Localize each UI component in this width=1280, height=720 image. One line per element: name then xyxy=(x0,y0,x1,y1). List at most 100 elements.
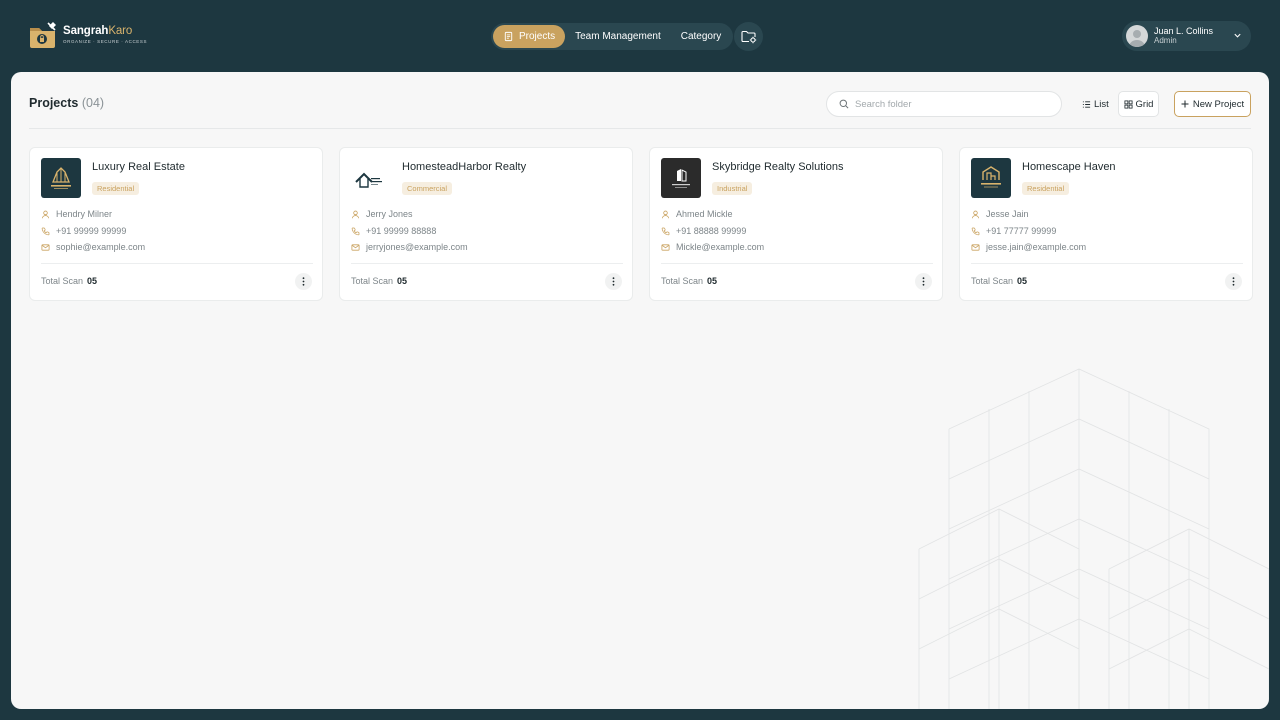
user-role: Admin xyxy=(1154,35,1177,45)
user-icon xyxy=(661,210,670,218)
contact-email[interactable]: jesse.jain@example.com xyxy=(986,242,1086,252)
more-options-button[interactable] xyxy=(915,273,932,290)
nav-category-label: Category xyxy=(680,31,722,42)
total-scan: Total Scan 05 xyxy=(661,276,717,286)
brand-tagline: ORGANIZE · SECURE · ACCESS xyxy=(63,39,148,44)
document-icon xyxy=(504,31,513,42)
building-gold-icon xyxy=(41,158,81,198)
phone-icon xyxy=(971,227,980,235)
project-card[interactable]: HomesteadHarbor Realty Commercial Jerry … xyxy=(339,147,633,301)
more-options-button[interactable] xyxy=(605,273,622,290)
more-vertical-icon xyxy=(922,277,925,286)
contact-phone: +91 99999 88888 xyxy=(366,226,437,236)
nav-projects-label: Projects xyxy=(519,31,556,42)
contact-name: Jesse Jain xyxy=(986,209,1029,219)
total-scan: Total Scan 05 xyxy=(41,276,97,286)
card-divider xyxy=(351,263,623,264)
nav-team-management[interactable]: Team Management xyxy=(565,25,671,48)
page-title: Projects (04) xyxy=(29,96,104,110)
avatar xyxy=(1126,25,1148,47)
grid-icon xyxy=(1124,99,1133,109)
user-menu[interactable]: Juan L. Collins Admin xyxy=(1122,21,1251,51)
card-divider xyxy=(971,263,1243,264)
house-roof-icon xyxy=(351,158,391,198)
total-scan-label: Total Scan xyxy=(41,276,84,286)
project-card[interactable]: Homescape Haven Residential Jesse Jain +… xyxy=(959,147,1253,301)
more-options-button[interactable] xyxy=(1225,273,1242,290)
tower-white-icon xyxy=(661,158,701,198)
total-scan-label: Total Scan xyxy=(661,276,704,286)
total-scan-label: Total Scan xyxy=(351,276,394,286)
mail-icon xyxy=(351,243,360,251)
brand[interactable]: SangrahKaro ORGANIZE · SECURE · ACCESS xyxy=(28,21,147,49)
list-icon xyxy=(1082,100,1091,108)
building-wireframe-watermark xyxy=(918,368,1269,709)
contact-email[interactable]: sophie@example.com xyxy=(56,242,145,252)
contact-name: Ahmed Mickle xyxy=(676,209,733,219)
phone-icon xyxy=(351,227,360,235)
category-badge: Commercial xyxy=(402,182,453,195)
project-card[interactable]: Skybridge Realty Solutions Industrial Ah… xyxy=(649,147,943,301)
header-divider xyxy=(29,128,1251,129)
brand-logo-icon xyxy=(30,22,56,48)
contact-name: Jerry Jones xyxy=(366,209,413,219)
user-icon xyxy=(41,210,50,218)
user-icon xyxy=(351,210,360,218)
total-scan: Total Scan 05 xyxy=(971,276,1027,286)
new-project-button[interactable]: New Project xyxy=(1174,91,1251,117)
main-nav: Projects Team Management Category xyxy=(491,23,734,50)
project-title: Luxury Real Estate xyxy=(92,161,185,173)
contact-email[interactable]: jerryjones@example.com xyxy=(366,242,468,252)
phone-icon xyxy=(41,227,50,235)
new-project-label: New Project xyxy=(1192,98,1245,110)
search-icon xyxy=(839,99,849,109)
category-badge: Residential xyxy=(92,182,140,195)
contact-email[interactable]: Mickle@example.com xyxy=(676,242,764,252)
project-count: (04) xyxy=(81,96,105,110)
total-scan-value: 05 xyxy=(87,276,98,286)
total-scan-value: 05 xyxy=(707,276,718,286)
project-title: Skybridge Realty Solutions xyxy=(712,161,844,173)
house-gold-icon xyxy=(971,158,1011,198)
card-divider xyxy=(661,263,933,264)
nav-team-management-label: Team Management xyxy=(575,31,661,42)
user-icon xyxy=(971,210,980,218)
category-badge: Residential xyxy=(1022,182,1070,195)
total-scan-label: Total Scan xyxy=(971,276,1014,286)
main-panel: Projects (04) List Grid New Project xyxy=(11,72,1269,709)
plus-icon xyxy=(1181,100,1189,108)
contact-phone: +91 77777 99999 xyxy=(986,226,1057,236)
contact-phone: +91 88888 99999 xyxy=(676,226,747,236)
search-input[interactable] xyxy=(855,98,1045,110)
grid-view-label: Grid xyxy=(1135,98,1154,110)
chevron-down-icon xyxy=(1234,33,1241,38)
search-box xyxy=(826,91,1062,117)
folder-settings-button[interactable] xyxy=(734,22,763,51)
mail-icon xyxy=(41,243,50,251)
page-title-text: Projects xyxy=(29,96,79,110)
top-bar: SangrahKaro ORGANIZE · SECURE · ACCESS P… xyxy=(0,0,1280,72)
brand-name-accent: Karo xyxy=(108,24,133,37)
more-options-button[interactable] xyxy=(295,273,312,290)
mail-icon xyxy=(971,243,980,251)
project-title: HomesteadHarbor Realty xyxy=(402,161,527,173)
project-cards: Luxury Real Estate Residential Hendry Mi… xyxy=(29,147,1253,301)
list-view-label: List xyxy=(1094,98,1109,110)
more-vertical-icon xyxy=(612,277,615,286)
list-view-button[interactable]: List xyxy=(1079,94,1112,114)
brand-name: Sangrah xyxy=(63,24,109,37)
contact-name: Hendry Milner xyxy=(56,209,113,219)
more-vertical-icon xyxy=(302,277,305,286)
project-card[interactable]: Luxury Real Estate Residential Hendry Mi… xyxy=(29,147,323,301)
contact-phone: +91 99999 99999 xyxy=(56,226,127,236)
category-badge: Industrial xyxy=(712,182,753,195)
folder-settings-icon xyxy=(740,30,756,43)
total-scan: Total Scan 05 xyxy=(351,276,407,286)
nav-category[interactable]: Category xyxy=(671,25,732,48)
mail-icon xyxy=(661,243,670,251)
total-scan-value: 05 xyxy=(397,276,408,286)
more-vertical-icon xyxy=(1232,277,1235,286)
total-scan-value: 05 xyxy=(1017,276,1028,286)
nav-projects[interactable]: Projects xyxy=(493,25,566,48)
grid-view-button[interactable]: Grid xyxy=(1118,91,1159,117)
